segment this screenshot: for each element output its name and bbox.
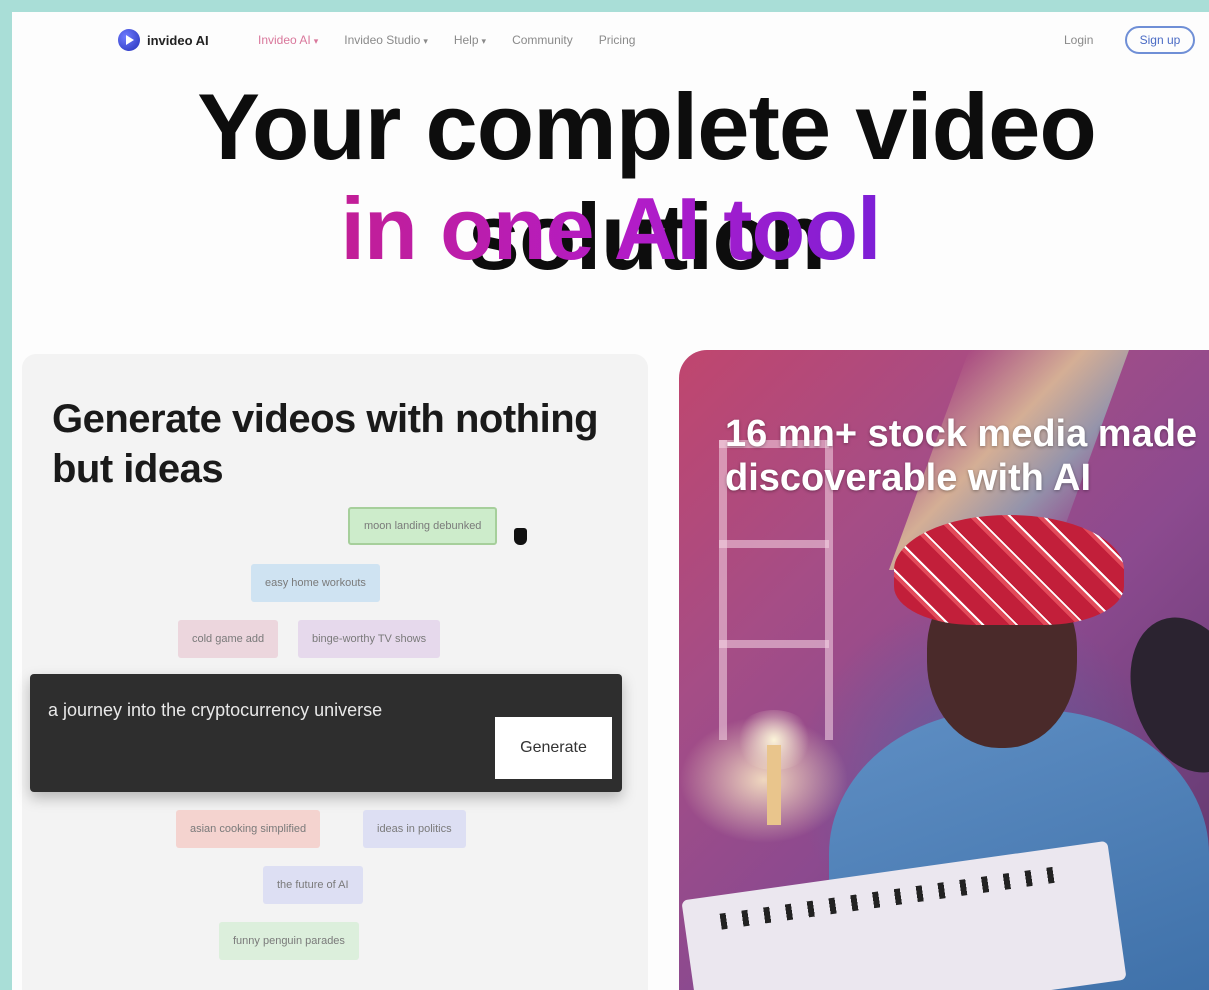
play-logo-icon [118, 29, 140, 51]
shelf [719, 540, 829, 548]
nav-item-pricing[interactable]: Pricing [599, 33, 636, 47]
nav-item-invideo-ai[interactable]: Invideo AI ▾ [258, 33, 318, 47]
prompt-input[interactable]: a journey into the cryptocurrency univer… [48, 700, 382, 721]
top-nav: invideo AI Invideo AI ▾ Invideo Studio ▾ H… [12, 12, 1209, 72]
idea-chip[interactable]: binge-worthy TV shows [298, 620, 441, 658]
generate-button[interactable]: Generate [495, 717, 612, 779]
idea-chip[interactable]: moon landing debunked [348, 507, 498, 545]
chevron-down-icon: ▾ [481, 36, 487, 46]
nav-menu: Invideo AI ▾ Invideo Studio ▾ Help ▾ Commun… [258, 33, 635, 47]
hero-subtitle: in one AI tool [12, 174, 1209, 284]
stock-media-card[interactable]: 16 mn+ stock media made discoverable wit… [679, 350, 1209, 990]
nav-item-invideo-studio[interactable]: Invideo Studio ▾ [344, 33, 428, 47]
nav-item-help[interactable]: Help ▾ [454, 33, 486, 47]
mouse-cursor-icon [514, 528, 527, 545]
chevron-down-icon: ▾ [313, 36, 319, 46]
nav-item-label: Help [453, 33, 479, 47]
nav-item-label: Invideo Studio [344, 33, 421, 47]
lamp [767, 745, 781, 825]
generate-card-title: Generate videos with nothing but ideas [52, 397, 599, 491]
page-frame: invideo AI Invideo AI ▾ Invideo Studio ▾ H… [12, 12, 1209, 990]
idea-chip[interactable]: the future of AI [263, 866, 363, 904]
nav-item-community[interactable]: Community [512, 33, 573, 47]
idea-chip[interactable]: funny penguin parades [219, 922, 359, 960]
chevron-down-icon: ▾ [423, 36, 428, 46]
stock-media-title: 16 mn+ stock media made discoverable wit… [725, 413, 1198, 499]
idea-chip[interactable]: ideas in politics [363, 810, 466, 848]
signup-button[interactable]: Sign up [1125, 26, 1195, 54]
idea-chip[interactable]: asian cooking simplified [176, 810, 321, 848]
shelf [719, 640, 829, 648]
idea-chip[interactable]: easy home workouts [251, 564, 380, 602]
nav-item-label: Invideo AI [258, 33, 311, 47]
prompt-bar: a journey into the cryptocurrency univer… [30, 674, 622, 792]
brand-logo[interactable]: invideo AI [118, 29, 209, 51]
idea-chip[interactable]: cold game add [178, 620, 279, 658]
login-link[interactable]: Login [1064, 33, 1093, 47]
hero-subtitle-text: in one AI tool [340, 179, 882, 278]
brand-name: invideo AI [147, 32, 209, 48]
person-bandana [894, 515, 1124, 625]
